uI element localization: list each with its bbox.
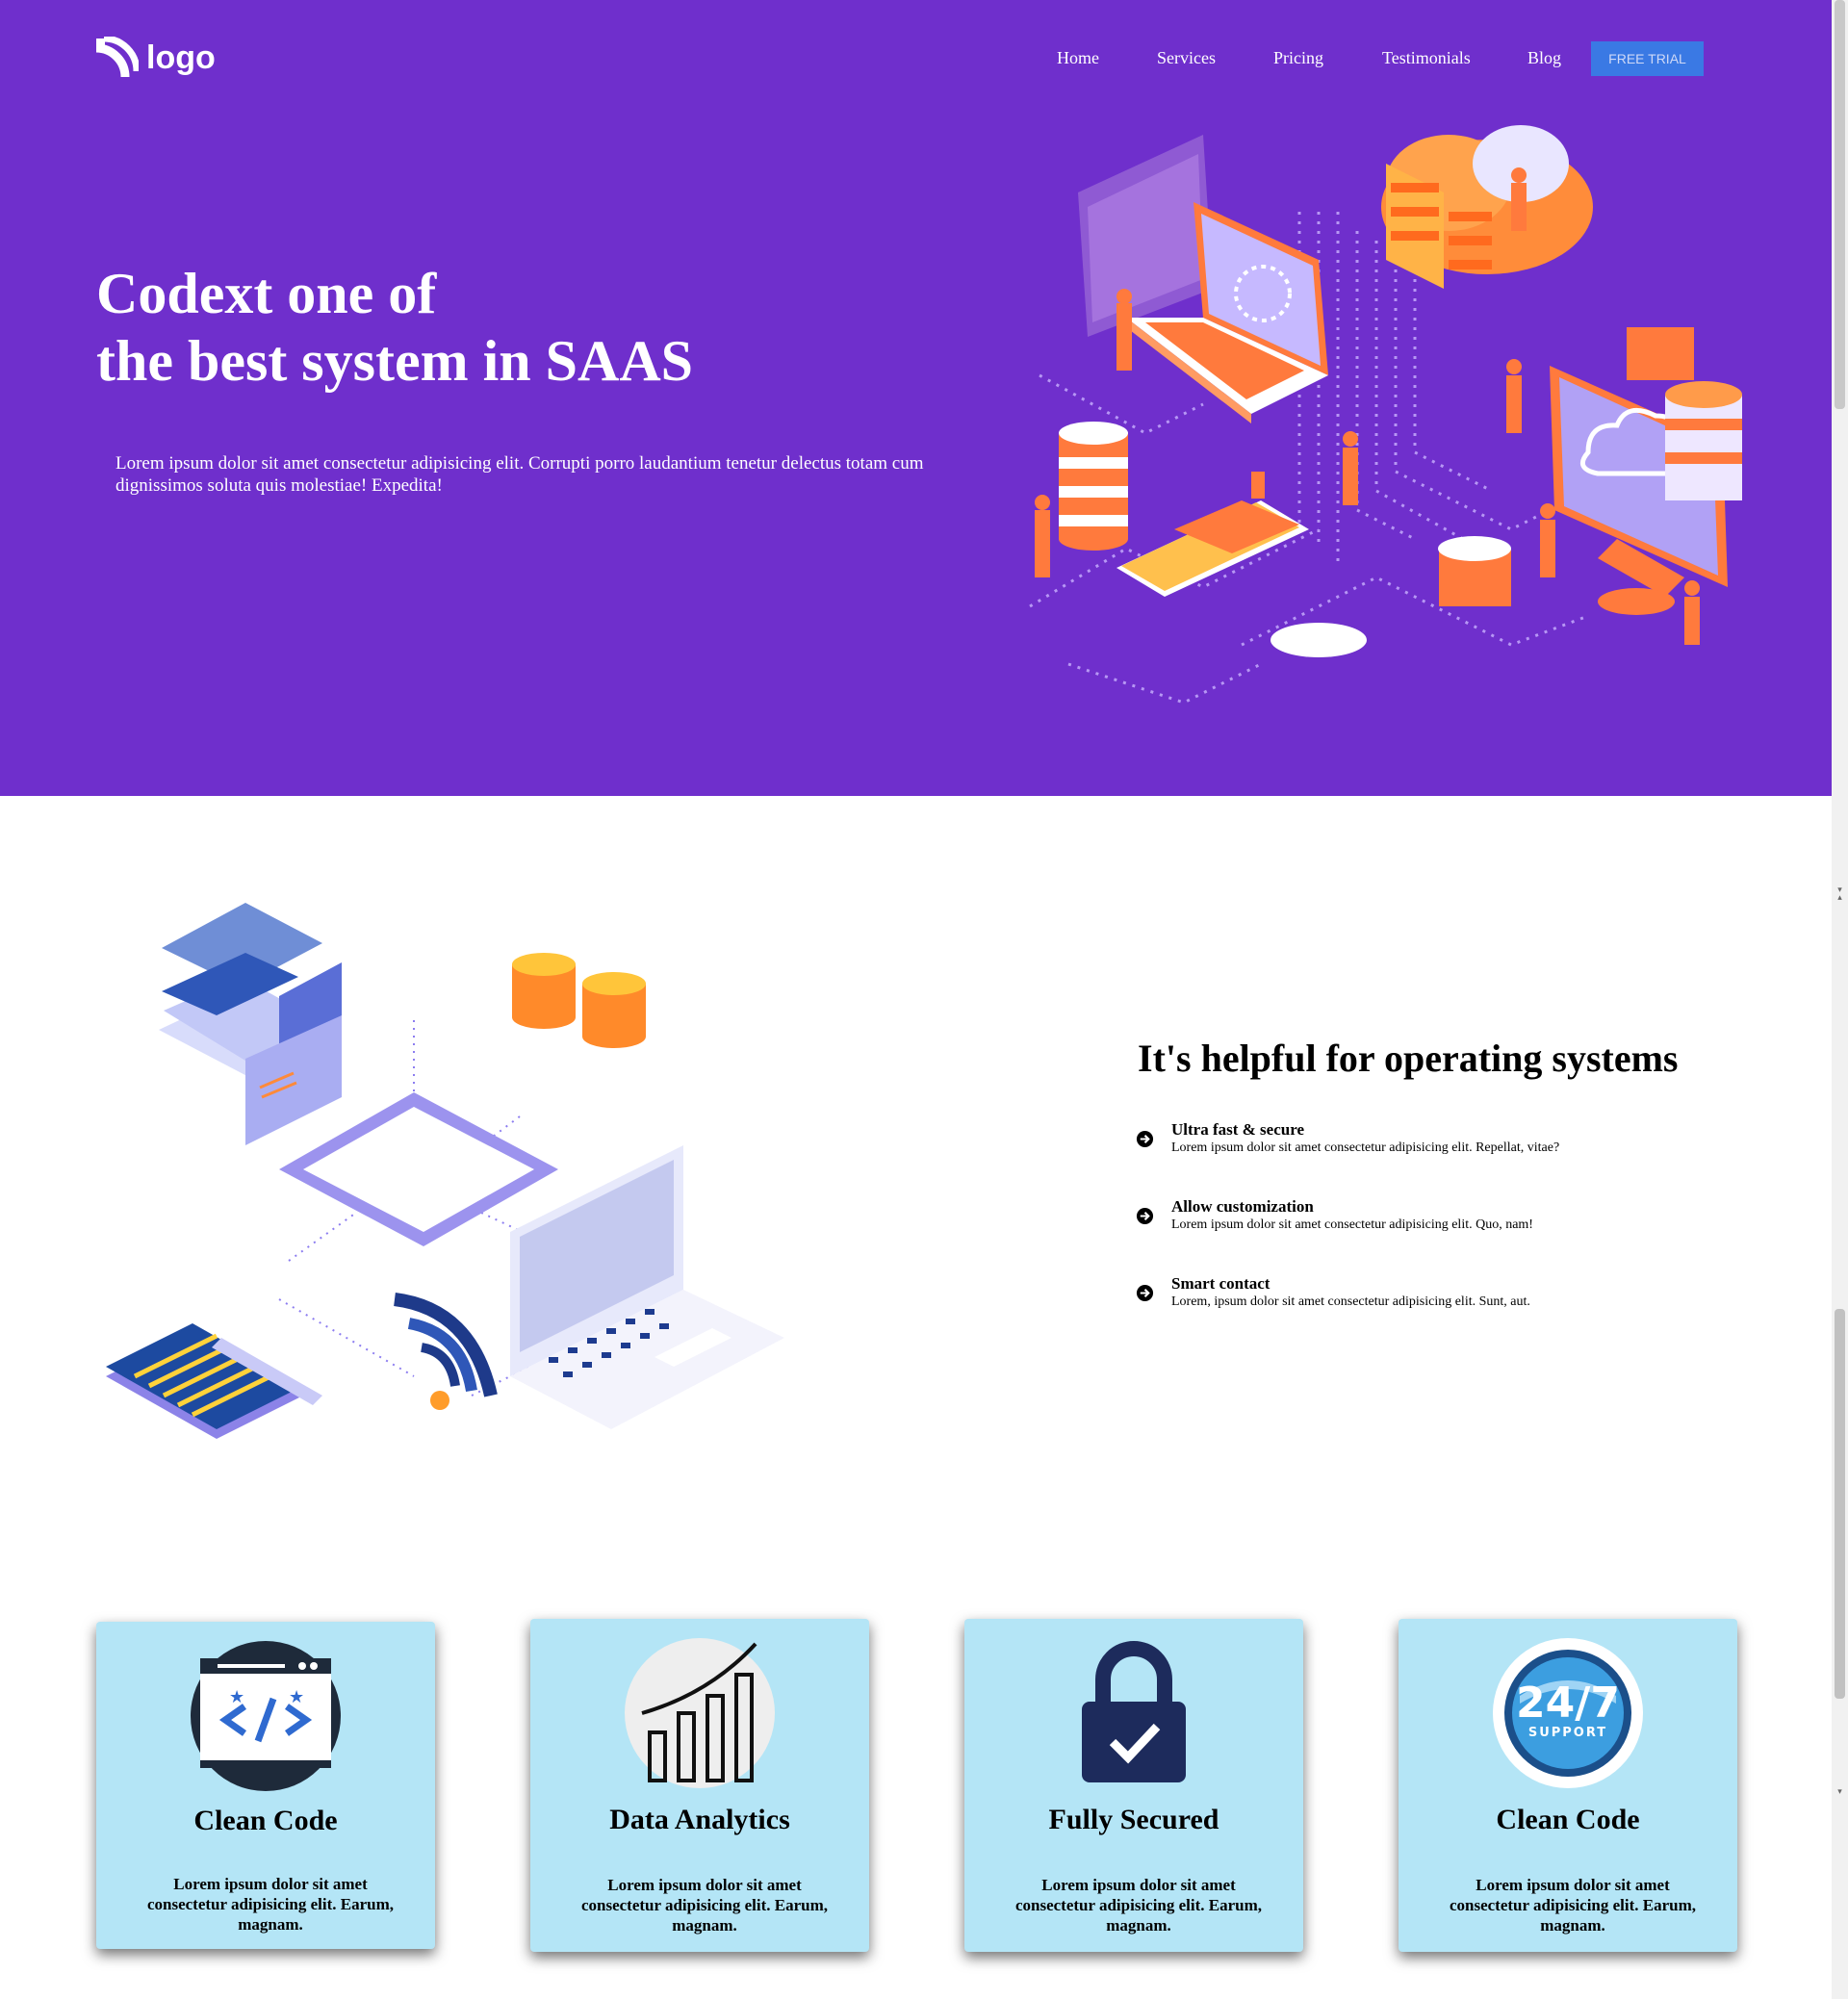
notebook-graphic	[106, 1323, 322, 1439]
svg-text:★: ★	[229, 1687, 244, 1707]
scrollbar-thumb[interactable]	[1835, 0, 1845, 409]
svg-text:24/7: 24/7	[1516, 1679, 1620, 1728]
card-text: Lorem ipsum dolor sit amet consectetur a…	[1449, 1876, 1697, 1935]
hero-title-line2: the best system in SAAS	[96, 329, 694, 393]
free-trial-button[interactable]: FREE TRIAL	[1591, 41, 1704, 76]
nav-services[interactable]: Services	[1157, 40, 1216, 75]
hero-title: Codext one of the best system in SAAS	[96, 260, 693, 395]
lock-icon	[1082, 1641, 1186, 1782]
card-text: Lorem ipsum dolor sit amet consectetur a…	[1014, 1876, 1263, 1935]
card-title: Clean Code	[1496, 1804, 1640, 1835]
feature-description: Lorem, ipsum dolor sit amet consectetur …	[1171, 1294, 1530, 1309]
chart-icon	[625, 1638, 775, 1788]
service-card-data-analytics[interactable]: Data Analytics Lorem ipsum dolor sit ame…	[530, 1619, 869, 1952]
hero-illustration	[1029, 125, 1742, 705]
feature-heading: Smart contact	[1171, 1274, 1270, 1293]
glass-panel-graphic	[1078, 135, 1213, 337]
feature-illustration	[106, 903, 784, 1439]
hero-title-line1: Codext one of	[96, 262, 437, 325]
code-icon: ★ ★	[191, 1641, 341, 1791]
feature-description: Lorem ipsum dolor sit amet consectetur a…	[1171, 1217, 1533, 1232]
svg-text:★: ★	[289, 1687, 304, 1707]
logo-icon	[95, 37, 139, 78]
card-title: Clean Code	[193, 1805, 338, 1836]
layers-graphic	[159, 903, 342, 1145]
coins-graphic	[512, 953, 646, 1048]
arrow-circle-icon	[1136, 1207, 1154, 1225]
nav-pricing[interactable]: Pricing	[1273, 40, 1323, 75]
scrollbar-thumb-secondary[interactable]	[1835, 1309, 1845, 1699]
feature-heading: Ultra fast & secure	[1171, 1120, 1305, 1139]
feature-heading: Allow customization	[1171, 1197, 1314, 1216]
support-24-7-icon: 24/7 SUPPORT	[1493, 1638, 1643, 1788]
logo[interactable]: logo	[94, 36, 216, 80]
logo-text: logo	[146, 38, 216, 76]
card-text: Lorem ipsum dolor sit amet consectetur a…	[580, 1876, 829, 1935]
phone-desk-graphic	[1116, 472, 1309, 597]
service-card-fully-secured[interactable]: Fully Secured Lorem ipsum dolor sit amet…	[964, 1619, 1303, 1952]
database-stack-graphic	[1059, 422, 1128, 551]
feature-description: Lorem ipsum dolor sit amet consectetur a…	[1171, 1140, 1560, 1155]
nav-blog[interactable]: Blog	[1527, 40, 1561, 75]
nav-testimonials[interactable]: Testimonials	[1382, 40, 1471, 75]
cloud-server-graphic	[1381, 125, 1593, 289]
feature-item: Ultra fast & secure Lorem ipsum dolor si…	[1136, 1120, 1559, 1157]
feature-item: Smart contact Lorem, ipsum dolor sit ame…	[1136, 1274, 1530, 1311]
card-text: Lorem ipsum dolor sit amet consectetur a…	[146, 1875, 395, 1934]
arrow-circle-icon	[1136, 1130, 1154, 1148]
scroll-down-icon-2[interactable]: ▾	[1832, 1785, 1848, 1799]
service-card-clean-code[interactable]: ★ ★ Clean Code Lorem ipsum dolor sit ame…	[96, 1622, 435, 1949]
nav-home[interactable]: Home	[1057, 40, 1099, 75]
hero-description: Lorem ipsum dolor sit amet consectetur a…	[116, 453, 924, 496]
card-title: Data Analytics	[609, 1804, 790, 1835]
features-title: It's helpful for operating systems	[1138, 1037, 1679, 1080]
scroll-up-icon[interactable]: ▴	[1832, 891, 1848, 905]
arrow-circle-icon	[1136, 1284, 1154, 1302]
service-card-support[interactable]: 24/7 SUPPORT Clean Code Lorem ipsum dolo…	[1399, 1619, 1737, 1952]
card-title: Fully Secured	[1048, 1804, 1219, 1835]
hero-section: logo Home Services Pricing Testimonials …	[0, 0, 1832, 796]
laptop-graphic-2	[510, 1145, 784, 1429]
feature-item: Allow customization Lorem ipsum dolor si…	[1136, 1197, 1533, 1234]
wifi-graphic	[393, 1293, 498, 1410]
svg-text:SUPPORT: SUPPORT	[1528, 1726, 1607, 1740]
chip-graphic	[279, 1092, 558, 1246]
